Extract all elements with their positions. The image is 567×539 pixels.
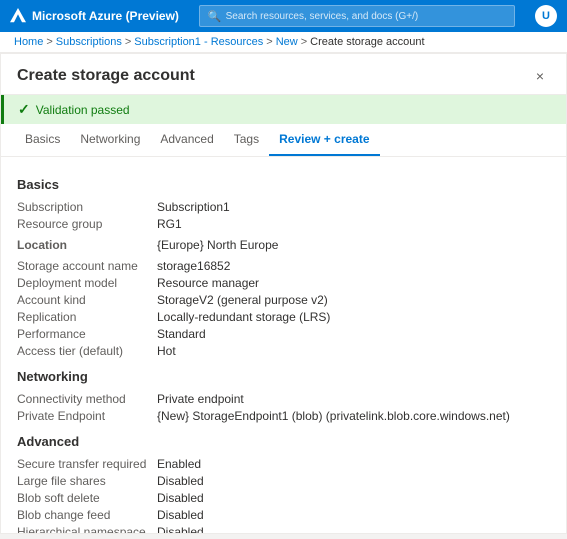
label-account-kind: Account kind (17, 291, 157, 308)
panel-header: Create storage account × (1, 54, 566, 95)
validation-banner: ✓ Validation passed (1, 95, 566, 124)
table-row: Private Endpoint {New} StorageEndpoint1 … (17, 407, 550, 424)
advanced-section-title: Advanced (17, 434, 550, 449)
table-row: Performance Standard (17, 325, 550, 342)
table-row: Hierarchical namespace Disabled (17, 523, 550, 534)
tab-networking[interactable]: Networking (70, 124, 150, 156)
table-row: Blob soft delete Disabled (17, 489, 550, 506)
label-subscription: Subscription (17, 198, 157, 215)
breadcrumb-subscription1[interactable]: Subscription1 - Resources (134, 36, 263, 48)
label-access-tier: Access tier (default) (17, 342, 157, 359)
value-hierarchical: Disabled (157, 523, 550, 534)
value-performance: Standard (157, 325, 550, 342)
table-row: Resource group RG1 (17, 215, 550, 232)
table-row: Subscription Subscription1 (17, 198, 550, 215)
label-blob-change: Blob change feed (17, 506, 157, 523)
basics-table-2: Storage account name storage16852 Deploy… (17, 257, 550, 359)
value-connectivity: Private endpoint (157, 390, 550, 407)
breadcrumb-home[interactable]: Home (14, 36, 43, 48)
azure-logo: Microsoft Azure (Preview) (10, 8, 179, 24)
label-large-file: Large file shares (17, 472, 157, 489)
basics-section-title: Basics (17, 177, 550, 192)
close-button[interactable]: × (530, 66, 550, 86)
table-row: Blob change feed Disabled (17, 506, 550, 523)
label-resource-group: Resource group (17, 215, 157, 232)
table-row: Secure transfer required Enabled (17, 455, 550, 472)
topbar: Microsoft Azure (Preview) 🔍 Search resou… (0, 0, 567, 32)
label-connectivity: Connectivity method (17, 390, 157, 407)
search-icon: 🔍 (208, 10, 222, 23)
table-row: Connectivity method Private endpoint (17, 390, 550, 407)
tab-basics[interactable]: Basics (15, 124, 70, 156)
breadcrumb-new[interactable]: New (276, 36, 298, 48)
basics-location-table: Location {Europe} North Europe (17, 236, 550, 253)
label-hierarchical: Hierarchical namespace (17, 523, 157, 534)
networking-section-title: Networking (17, 369, 550, 384)
table-row: Account kind StorageV2 (general purpose … (17, 291, 550, 308)
table-row: Replication Locally-redundant storage (L… (17, 308, 550, 325)
breadcrumb: Home > Subscriptions > Subscription1 - R… (0, 32, 567, 53)
value-resource-group: RG1 (157, 215, 550, 232)
label-performance: Performance (17, 325, 157, 342)
value-location: {Europe} North Europe (157, 236, 550, 253)
value-replication: Locally-redundant storage (LRS) (157, 308, 550, 325)
search-box[interactable]: 🔍 Search resources, services, and docs (… (199, 5, 515, 27)
tab-bar: Basics Networking Advanced Tags Review +… (1, 124, 566, 157)
table-row: Access tier (default) Hot (17, 342, 550, 359)
advanced-table: Secure transfer required Enabled Large f… (17, 455, 550, 534)
value-storage-name: storage16852 (157, 257, 550, 274)
label-location: Location (17, 236, 157, 253)
table-row: Location {Europe} North Europe (17, 236, 550, 253)
avatar[interactable]: U (535, 5, 557, 27)
value-subscription: Subscription1 (157, 198, 550, 215)
value-blob-change: Disabled (157, 506, 550, 523)
tab-tags[interactable]: Tags (224, 124, 269, 156)
table-row: Deployment model Resource manager (17, 274, 550, 291)
table-row: Large file shares Disabled (17, 472, 550, 489)
validation-text: Validation passed (36, 103, 130, 117)
check-icon: ✓ (18, 101, 30, 118)
networking-table: Connectivity method Private endpoint Pri… (17, 390, 550, 424)
tab-review-create[interactable]: Review + create (269, 124, 379, 156)
value-private-endpoint: {New} StorageEndpoint1 (blob) (privateli… (157, 407, 550, 424)
value-large-file: Disabled (157, 472, 550, 489)
create-storage-panel: Create storage account × ✓ Validation pa… (0, 53, 567, 534)
breadcrumb-current: Create storage account (310, 36, 424, 48)
table-row: Storage account name storage16852 (17, 257, 550, 274)
value-access-tier: Hot (157, 342, 550, 359)
breadcrumb-subscriptions[interactable]: Subscriptions (56, 36, 122, 48)
panel-title: Create storage account (17, 67, 195, 85)
tab-advanced[interactable]: Advanced (150, 124, 223, 156)
value-account-kind: StorageV2 (general purpose v2) (157, 291, 550, 308)
search-placeholder: Search resources, services, and docs (G+… (226, 11, 419, 22)
value-secure-transfer: Enabled (157, 455, 550, 472)
label-secure-transfer: Secure transfer required (17, 455, 157, 472)
value-blob-soft: Disabled (157, 489, 550, 506)
value-deployment: Resource manager (157, 274, 550, 291)
label-deployment: Deployment model (17, 274, 157, 291)
label-blob-soft: Blob soft delete (17, 489, 157, 506)
panel-content: Basics Subscription Subscription1 Resour… (1, 157, 566, 534)
label-replication: Replication (17, 308, 157, 325)
label-private-endpoint: Private Endpoint (17, 407, 157, 424)
basics-table-1: Subscription Subscription1 Resource grou… (17, 198, 550, 232)
topbar-title: Microsoft Azure (Preview) (32, 9, 179, 23)
label-storage-name: Storage account name (17, 257, 157, 274)
